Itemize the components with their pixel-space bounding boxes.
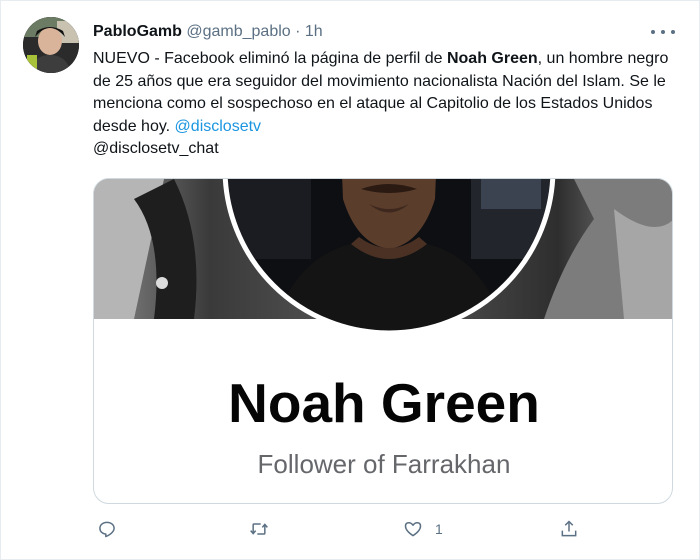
heart-icon xyxy=(404,522,422,537)
retweet-button[interactable] xyxy=(249,517,269,541)
tweet-actions: 1 xyxy=(93,517,593,541)
avatar[interactable] xyxy=(23,17,79,73)
profile-photo xyxy=(222,179,556,336)
share-icon xyxy=(561,520,577,537)
retweet-icon xyxy=(250,523,268,535)
tweet-header: PabloGamb @gamb_pablo · 1h xyxy=(93,21,323,43)
media-card[interactable]: Noah Green Follower of Farrakhan xyxy=(93,178,673,504)
tweet-text-part-1: NUEVO - Facebook eliminó la página de pe… xyxy=(93,50,447,67)
tweet-text: NUEVO - Facebook eliminó la página de pe… xyxy=(93,48,673,161)
more-options-icon[interactable] xyxy=(651,21,675,43)
user-handle[interactable]: @gamb_pablo xyxy=(186,23,290,40)
like-button[interactable]: 1 xyxy=(403,517,443,541)
mention-text-disclosetv-chat: @disclosetv_chat xyxy=(93,140,219,157)
tweet[interactable]: PabloGamb @gamb_pablo · 1h NUEVO - Faceb… xyxy=(0,0,700,560)
separator-dot: · xyxy=(295,23,301,40)
like-count: 1 xyxy=(435,521,443,537)
card-profile-subtitle: Follower of Farrakhan xyxy=(257,449,511,479)
card-profile-name: Noah Green xyxy=(228,372,540,434)
mention-link-disclosetv[interactable]: @disclosetv xyxy=(175,118,262,135)
tweet-text-bold: Noah Green xyxy=(446,50,538,67)
avatar-image xyxy=(23,17,79,73)
display-name[interactable]: PabloGamb xyxy=(93,23,182,40)
share-button[interactable] xyxy=(559,517,579,541)
reply-icon xyxy=(99,521,115,538)
timestamp[interactable]: 1h xyxy=(305,23,323,40)
reply-button[interactable] xyxy=(97,517,117,541)
